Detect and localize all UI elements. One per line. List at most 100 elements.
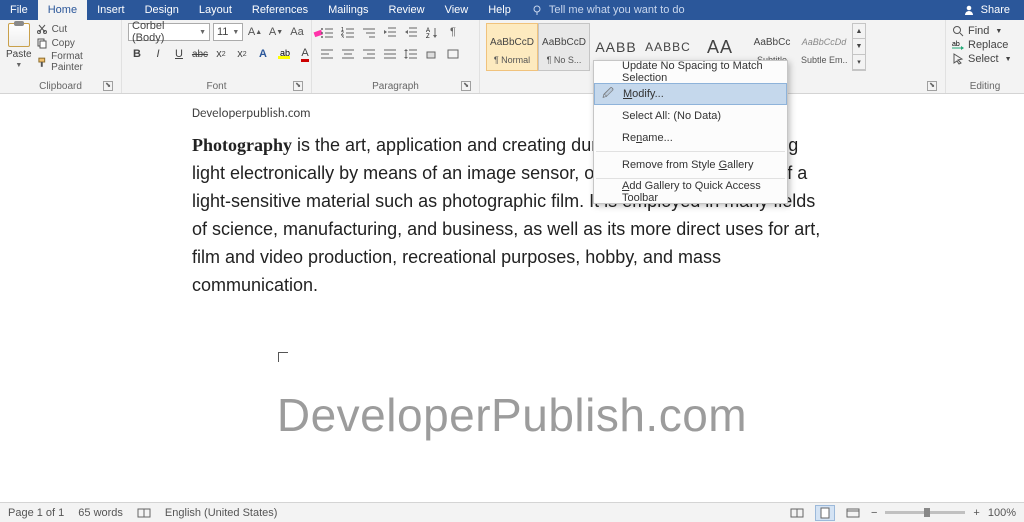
cm-add-qat[interactable]: Add Gallery to Quick Access Toolbar [594,181,787,203]
status-spellcheck[interactable] [137,507,151,519]
justify-icon [383,48,397,60]
scissors-icon [36,23,48,35]
tab-references[interactable]: References [242,0,318,20]
styles-dialog-launcher[interactable]: ⬊ [927,81,937,91]
copy-button[interactable]: Copy [36,37,115,49]
paste-icon [8,23,30,47]
watermark: DeveloperPublish.com [277,388,747,442]
tab-mailings[interactable]: Mailings [318,0,378,20]
select-button[interactable]: Select▼ [952,53,1012,65]
document-area[interactable]: Developerpublish.com Photography is the … [0,94,1024,502]
tab-file[interactable]: File [0,0,38,20]
web-icon [846,508,860,518]
format-painter-button[interactable]: Format Painter [36,51,115,73]
tab-insert[interactable]: Insert [87,0,135,20]
cm-separator [596,178,785,179]
clipboard-dialog-launcher[interactable]: ⬊ [103,81,113,91]
search-icon [952,25,964,37]
replace-button[interactable]: abReplace [952,39,1012,51]
zoom-slider[interactable] [885,511,965,514]
group-editing: Find▼ abReplace Select▼ Editing [946,20,1024,93]
share-button[interactable]: Share [963,4,1010,16]
tab-review[interactable]: Review [379,0,435,20]
font-name-combo[interactable]: Corbel (Body)▼ [128,23,210,41]
read-icon [790,508,804,518]
align-center-icon [341,48,355,60]
tab-home[interactable]: Home [38,0,87,20]
align-left-button[interactable] [318,45,336,63]
cm-remove-gallery[interactable]: Remove from Style Gallery [594,154,787,176]
change-case-button[interactable]: Aa [288,23,306,41]
book-icon [137,507,151,519]
borders-button[interactable] [444,45,462,63]
brush-icon [36,56,48,68]
cm-modify[interactable]: 🖉Modify... [594,83,787,105]
svg-text:3: 3 [341,35,344,38]
sort-button[interactable]: AZ [423,23,441,41]
style-subtle-em[interactable]: AaBbCcDdSubtle Em... [798,23,850,71]
subscript-button[interactable]: x2 [212,45,230,63]
view-read-mode[interactable] [787,505,807,521]
print-layout-icon [819,507,831,519]
paste-button[interactable]: Paste ▼ [6,23,32,69]
increase-indent-button[interactable] [402,23,420,41]
justify-button[interactable] [381,45,399,63]
cm-separator [596,151,785,152]
tell-me-search[interactable]: Tell me what you want to do [531,4,685,16]
strike-button[interactable]: abc [191,45,209,63]
svg-text:ab: ab [952,41,960,48]
zoom-out-button[interactable]: − [871,507,877,519]
show-marks-button[interactable]: ¶ [444,23,462,41]
text-effects-button[interactable]: A [254,45,272,63]
view-web-layout[interactable] [843,505,863,521]
align-center-button[interactable] [339,45,357,63]
shading-button[interactable] [423,45,441,63]
highlighter-icon: ab [277,48,291,60]
status-bar: Page 1 of 1 65 words English (United Sta… [0,502,1024,522]
decrease-indent-button[interactable] [381,23,399,41]
styles-more-button[interactable]: ▲▼▾ [852,23,866,71]
shrink-font-button[interactable]: A▼ [267,23,285,41]
paint-bucket-icon [425,48,439,60]
status-page[interactable]: Page 1 of 1 [8,507,64,519]
status-language[interactable]: English (United States) [165,507,278,519]
grow-font-button[interactable]: A▲ [246,23,264,41]
multilevel-button[interactable] [360,23,378,41]
font-dialog-launcher[interactable]: ⬊ [293,81,303,91]
tab-help[interactable]: Help [478,0,521,20]
highlight-button[interactable]: ab [275,45,293,63]
align-right-icon [362,48,376,60]
modify-icon: 🖉 [601,85,615,104]
sort-icon: AZ [426,26,438,38]
number-list-icon: 123 [341,26,355,38]
superscript-button[interactable]: x2 [233,45,251,63]
style-normal[interactable]: AaBbCcD¶ Normal [486,23,538,71]
align-right-button[interactable] [360,45,378,63]
status-words[interactable]: 65 words [78,507,123,519]
cm-select-all[interactable]: Select All: (No Data) [594,105,787,127]
cm-update-match[interactable]: Update No Spacing to Match Selection [594,61,787,83]
tab-view[interactable]: View [435,0,479,20]
find-button[interactable]: Find▼ [952,25,1012,37]
zoom-in-button[interactable]: + [973,507,979,519]
numbering-button[interactable]: 123 [339,23,357,41]
tab-design[interactable]: Design [135,0,189,20]
cm-rename[interactable]: Rename... [594,127,787,149]
style-no-spacing[interactable]: AaBbCcD¶ No S... [538,23,590,71]
cursor-marker [278,352,288,362]
bold-button[interactable]: B [128,45,146,63]
style-context-menu: Update No Spacing to Match Selection 🖉Mo… [593,60,788,204]
bullets-button[interactable] [318,23,336,41]
group-font: Corbel (Body)▼ 11▼ A▲ A▼ Aa B I U abc x2… [122,20,312,93]
zoom-level[interactable]: 100% [988,507,1016,519]
cut-button[interactable]: Cut [36,23,115,35]
paragraph-dialog-launcher[interactable]: ⬊ [461,81,471,91]
group-paragraph: 123 AZ ¶ Paragraph⬊ [312,20,480,93]
view-print-layout[interactable] [815,505,835,521]
italic-button[interactable]: I [149,45,167,63]
tab-layout[interactable]: Layout [189,0,242,20]
underline-button[interactable]: U [170,45,188,63]
line-spacing-button[interactable] [402,45,420,63]
cursor-icon [952,53,964,65]
font-size-combo[interactable]: 11▼ [213,23,243,41]
